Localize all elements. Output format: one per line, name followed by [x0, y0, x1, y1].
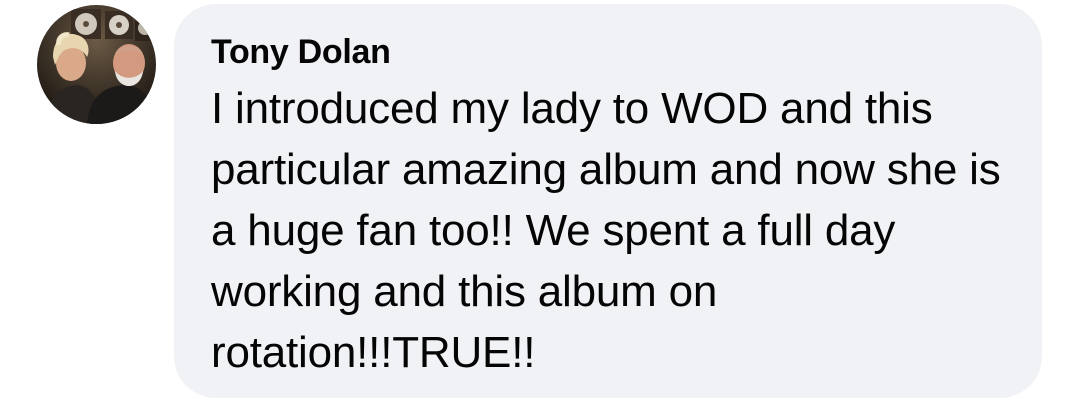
comment-bubble: Tony Dolan I introduced my lady to WOD a…: [174, 4, 1042, 398]
avatar[interactable]: [37, 5, 156, 124]
profile-photo-icon: [37, 5, 156, 124]
comment-text: I introduced my lady to WOD and this par…: [211, 84, 1001, 377]
comment-row: Tony Dolan I introduced my lady to WOD a…: [0, 0, 1080, 403]
comment-author[interactable]: Tony Dolan: [211, 32, 1018, 72]
